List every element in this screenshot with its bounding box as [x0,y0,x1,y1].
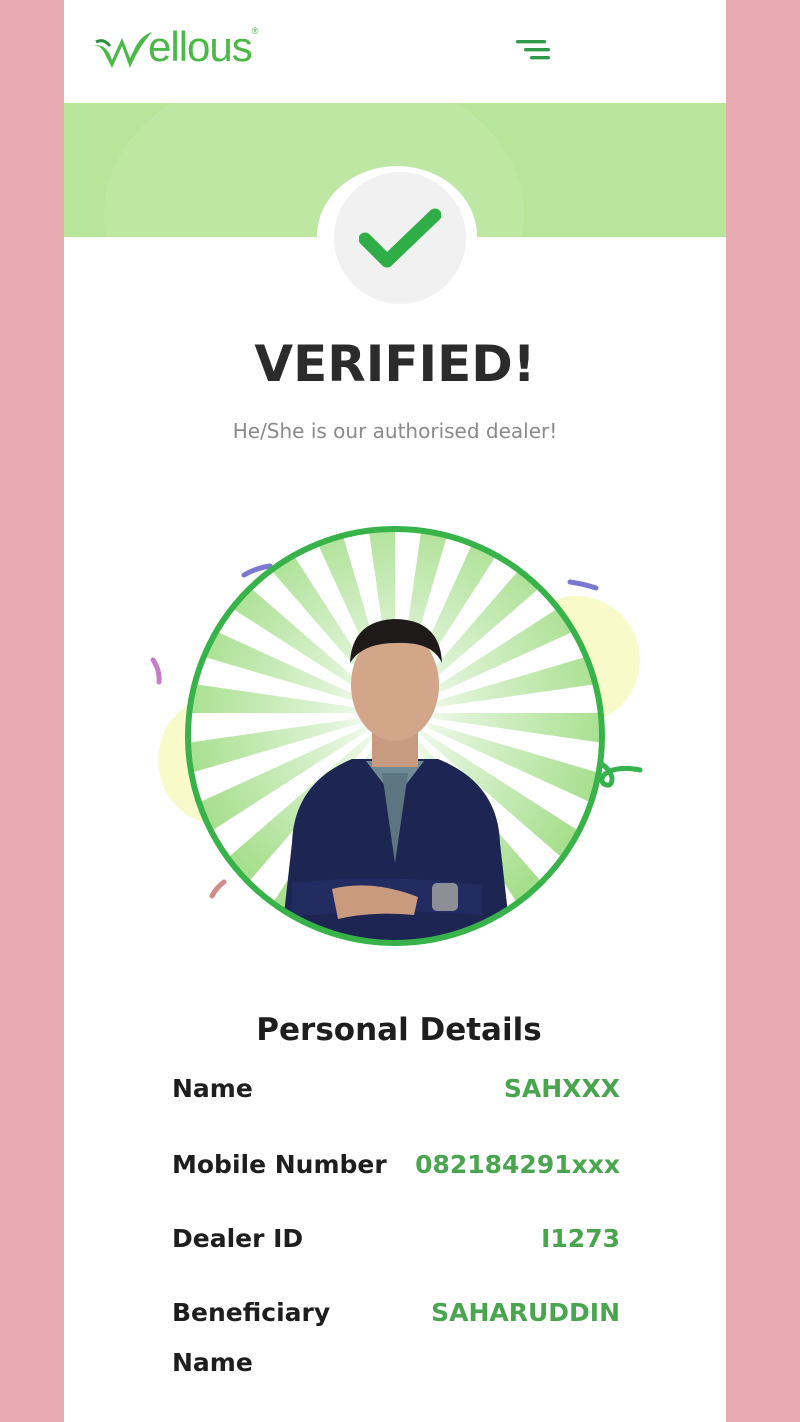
detail-value: I1273 [541,1224,620,1253]
personal-details-title: Personal Details [256,1012,542,1048]
detail-label: Mobile Number [172,1150,387,1179]
detail-label: Beneficiary Name [172,1298,331,1377]
detail-row-beneficiary: Beneficiary Name SAHARUDDIN [172,1288,620,1388]
detail-row-name: Name SAHXXX [172,1064,620,1140]
detail-row-mobile: Mobile Number 082184291xxx [172,1140,620,1214]
personal-details-list: Name SAHXXX Mobile Number 082184291xxx D… [172,1064,620,1388]
detail-label: Dealer ID [172,1224,304,1253]
detail-value: SAHXXX [503,1074,620,1103]
verification-card: ellous ® VERIFIED! He/She is our authori… [64,0,726,1422]
dealer-portrait-photo [182,523,608,949]
detail-row-dealer-id: Dealer ID I1273 [172,1214,620,1288]
detail-value: SAHARUDDIN [431,1298,620,1327]
detail-label: Name [172,1074,253,1103]
detail-value: 082184291xxx [415,1150,620,1179]
